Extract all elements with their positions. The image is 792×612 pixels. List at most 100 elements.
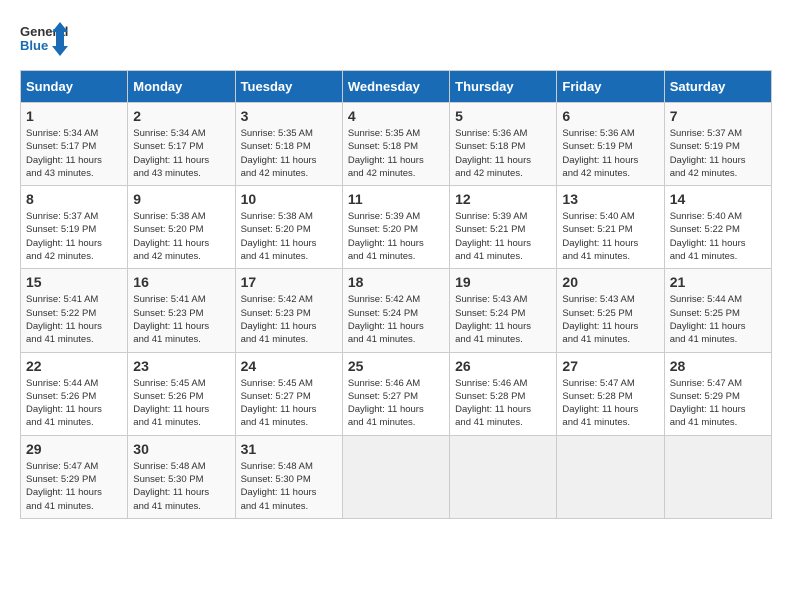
day-info: Sunrise: 5:37 AMSunset: 5:19 PMDaylight:… — [26, 210, 122, 263]
day-number: 18 — [348, 274, 444, 290]
day-info: Sunrise: 5:48 AMSunset: 5:30 PMDaylight:… — [241, 460, 337, 513]
calendar-week-1: 8 Sunrise: 5:37 AMSunset: 5:19 PMDaylight… — [21, 186, 772, 269]
header-cell-thursday: Thursday — [450, 71, 557, 103]
day-number: 8 — [26, 191, 122, 207]
day-number: 9 — [133, 191, 229, 207]
calendar-cell: 3 Sunrise: 5:35 AMSunset: 5:18 PMDaylight… — [235, 103, 342, 186]
calendar-cell — [664, 435, 771, 518]
logo-icon: General Blue — [20, 20, 70, 60]
day-info: Sunrise: 5:42 AMSunset: 5:23 PMDaylight:… — [241, 293, 337, 346]
calendar-cell: 20 Sunrise: 5:43 AMSunset: 5:25 PMDayligh… — [557, 269, 664, 352]
calendar-cell — [342, 435, 449, 518]
day-info: Sunrise: 5:35 AMSunset: 5:18 PMDaylight:… — [348, 127, 444, 180]
calendar-week-3: 22Sunrise: 5:44 AMSunset: 5:26 PMDayligh… — [21, 352, 772, 435]
day-number: 15 — [26, 274, 122, 290]
day-number: 14 — [670, 191, 766, 207]
day-info: Sunrise: 5:46 AMSunset: 5:28 PMDaylight:… — [455, 377, 551, 430]
calendar-cell: 11Sunrise: 5:39 AMSunset: 5:20 PMDayligh… — [342, 186, 449, 269]
day-info: Sunrise: 5:45 AMSunset: 5:26 PMDaylight:… — [133, 377, 229, 430]
day-number: 3 — [241, 108, 337, 124]
day-number: 16 — [133, 274, 229, 290]
day-info: Sunrise: 5:40 AMSunset: 5:21 PMDaylight:… — [562, 210, 658, 263]
calendar-table: SundayMondayTuesdayWednesdayThursdayFrid… — [20, 70, 772, 519]
calendar-cell: 10 Sunrise: 5:38 AMSunset: 5:20 PMDayligh… — [235, 186, 342, 269]
day-number: 17 — [241, 274, 337, 290]
day-number: 21 — [670, 274, 766, 290]
calendar-cell: 4 Sunrise: 5:35 AMSunset: 5:18 PMDaylight… — [342, 103, 449, 186]
day-number: 24 — [241, 358, 337, 374]
day-info: Sunrise: 5:44 AMSunset: 5:25 PMDaylight:… — [670, 293, 766, 346]
day-info: Sunrise: 5:44 AMSunset: 5:26 PMDaylight:… — [26, 377, 122, 430]
calendar-cell: 18 Sunrise: 5:42 AMSunset: 5:24 PMDayligh… — [342, 269, 449, 352]
day-number: 6 — [562, 108, 658, 124]
day-info: Sunrise: 5:43 AMSunset: 5:25 PMDaylight:… — [562, 293, 658, 346]
day-number: 19 — [455, 274, 551, 290]
calendar-cell: 24 Sunrise: 5:45 AMSunset: 5:27 PMDayligh… — [235, 352, 342, 435]
day-info: Sunrise: 5:45 AMSunset: 5:27 PMDaylight:… — [241, 377, 337, 430]
calendar-cell — [450, 435, 557, 518]
calendar-cell: 13 Sunrise: 5:40 AMSunset: 5:21 PMDayligh… — [557, 186, 664, 269]
calendar-cell: 26 Sunrise: 5:46 AMSunset: 5:28 PMDayligh… — [450, 352, 557, 435]
calendar-cell: 28Sunrise: 5:47 AMSunset: 5:29 PMDayligh… — [664, 352, 771, 435]
header-cell-friday: Friday — [557, 71, 664, 103]
day-info: Sunrise: 5:35 AMSunset: 5:18 PMDaylight:… — [241, 127, 337, 180]
header-cell-sunday: Sunday — [21, 71, 128, 103]
svg-text:Blue: Blue — [20, 38, 48, 53]
day-info: Sunrise: 5:38 AMSunset: 5:20 PMDaylight:… — [133, 210, 229, 263]
calendar-cell: 7 Sunrise: 5:37 AMSunset: 5:19 PMDaylight… — [664, 103, 771, 186]
day-number: 7 — [670, 108, 766, 124]
day-number: 23 — [133, 358, 229, 374]
calendar-cell — [557, 435, 664, 518]
calendar-cell: 2Sunrise: 5:34 AMSunset: 5:17 PMDaylight… — [128, 103, 235, 186]
day-number: 26 — [455, 358, 551, 374]
day-number: 4 — [348, 108, 444, 124]
day-number: 11 — [348, 191, 444, 207]
calendar-cell: 5Sunrise: 5:36 AMSunset: 5:18 PMDaylight… — [450, 103, 557, 186]
calendar-cell: 23 Sunrise: 5:45 AMSunset: 5:26 PMDayligh… — [128, 352, 235, 435]
day-number: 1 — [26, 108, 122, 124]
calendar-cell: 1 Sunrise: 5:34 AMSunset: 5:17 PMDaylight… — [21, 103, 128, 186]
calendar-cell: 21 Sunrise: 5:44 AMSunset: 5:25 PMDayligh… — [664, 269, 771, 352]
day-info: Sunrise: 5:34 AMSunset: 5:17 PMDaylight:… — [133, 127, 229, 180]
calendar-cell: 16 Sunrise: 5:41 AMSunset: 5:23 PMDayligh… — [128, 269, 235, 352]
header-cell-monday: Monday — [128, 71, 235, 103]
day-number: 12 — [455, 191, 551, 207]
day-number: 10 — [241, 191, 337, 207]
calendar-cell: 30Sunrise: 5:48 AMSunset: 5:30 PMDayligh… — [128, 435, 235, 518]
calendar-cell: 8 Sunrise: 5:37 AMSunset: 5:19 PMDaylight… — [21, 186, 128, 269]
day-number: 31 — [241, 441, 337, 457]
calendar-cell: 9 Sunrise: 5:38 AMSunset: 5:20 PMDaylight… — [128, 186, 235, 269]
day-info: Sunrise: 5:46 AMSunset: 5:27 PMDaylight:… — [348, 377, 444, 430]
day-info: Sunrise: 5:41 AMSunset: 5:23 PMDaylight:… — [133, 293, 229, 346]
day-number: 28 — [670, 358, 766, 374]
calendar-cell: 22Sunrise: 5:44 AMSunset: 5:26 PMDayligh… — [21, 352, 128, 435]
day-info: Sunrise: 5:34 AMSunset: 5:17 PMDaylight:… — [26, 127, 122, 180]
day-number: 29 — [26, 441, 122, 457]
calendar-cell: 19Sunrise: 5:43 AMSunset: 5:24 PMDayligh… — [450, 269, 557, 352]
day-info: Sunrise: 5:36 AMSunset: 5:18 PMDaylight:… — [455, 127, 551, 180]
calendar-cell: 31 Sunrise: 5:48 AMSunset: 5:30 PMDayligh… — [235, 435, 342, 518]
day-info: Sunrise: 5:39 AMSunset: 5:21 PMDaylight:… — [455, 210, 551, 263]
day-info: Sunrise: 5:41 AMSunset: 5:22 PMDaylight:… — [26, 293, 122, 346]
header-cell-saturday: Saturday — [664, 71, 771, 103]
calendar-cell: 27Sunrise: 5:47 AMSunset: 5:28 PMDayligh… — [557, 352, 664, 435]
day-number: 13 — [562, 191, 658, 207]
calendar-cell: 15 Sunrise: 5:41 AMSunset: 5:22 PMDayligh… — [21, 269, 128, 352]
day-info: Sunrise: 5:42 AMSunset: 5:24 PMDaylight:… — [348, 293, 444, 346]
calendar-cell: 6Sunrise: 5:36 AMSunset: 5:19 PMDaylight… — [557, 103, 664, 186]
calendar-week-0: 1 Sunrise: 5:34 AMSunset: 5:17 PMDaylight… — [21, 103, 772, 186]
header-cell-wednesday: Wednesday — [342, 71, 449, 103]
calendar-cell: 25 Sunrise: 5:46 AMSunset: 5:27 PMDayligh… — [342, 352, 449, 435]
header-cell-tuesday: Tuesday — [235, 71, 342, 103]
day-number: 25 — [348, 358, 444, 374]
day-info: Sunrise: 5:37 AMSunset: 5:19 PMDaylight:… — [670, 127, 766, 180]
day-info: Sunrise: 5:47 AMSunset: 5:29 PMDaylight:… — [26, 460, 122, 513]
day-number: 20 — [562, 274, 658, 290]
calendar-cell: 14Sunrise: 5:40 AMSunset: 5:22 PMDayligh… — [664, 186, 771, 269]
day-info: Sunrise: 5:38 AMSunset: 5:20 PMDaylight:… — [241, 210, 337, 263]
day-info: Sunrise: 5:47 AMSunset: 5:28 PMDaylight:… — [562, 377, 658, 430]
day-number: 30 — [133, 441, 229, 457]
calendar-cell: 29 Sunrise: 5:47 AMSunset: 5:29 PMDayligh… — [21, 435, 128, 518]
calendar-cell: 17 Sunrise: 5:42 AMSunset: 5:23 PMDayligh… — [235, 269, 342, 352]
header: General Blue — [20, 20, 772, 60]
